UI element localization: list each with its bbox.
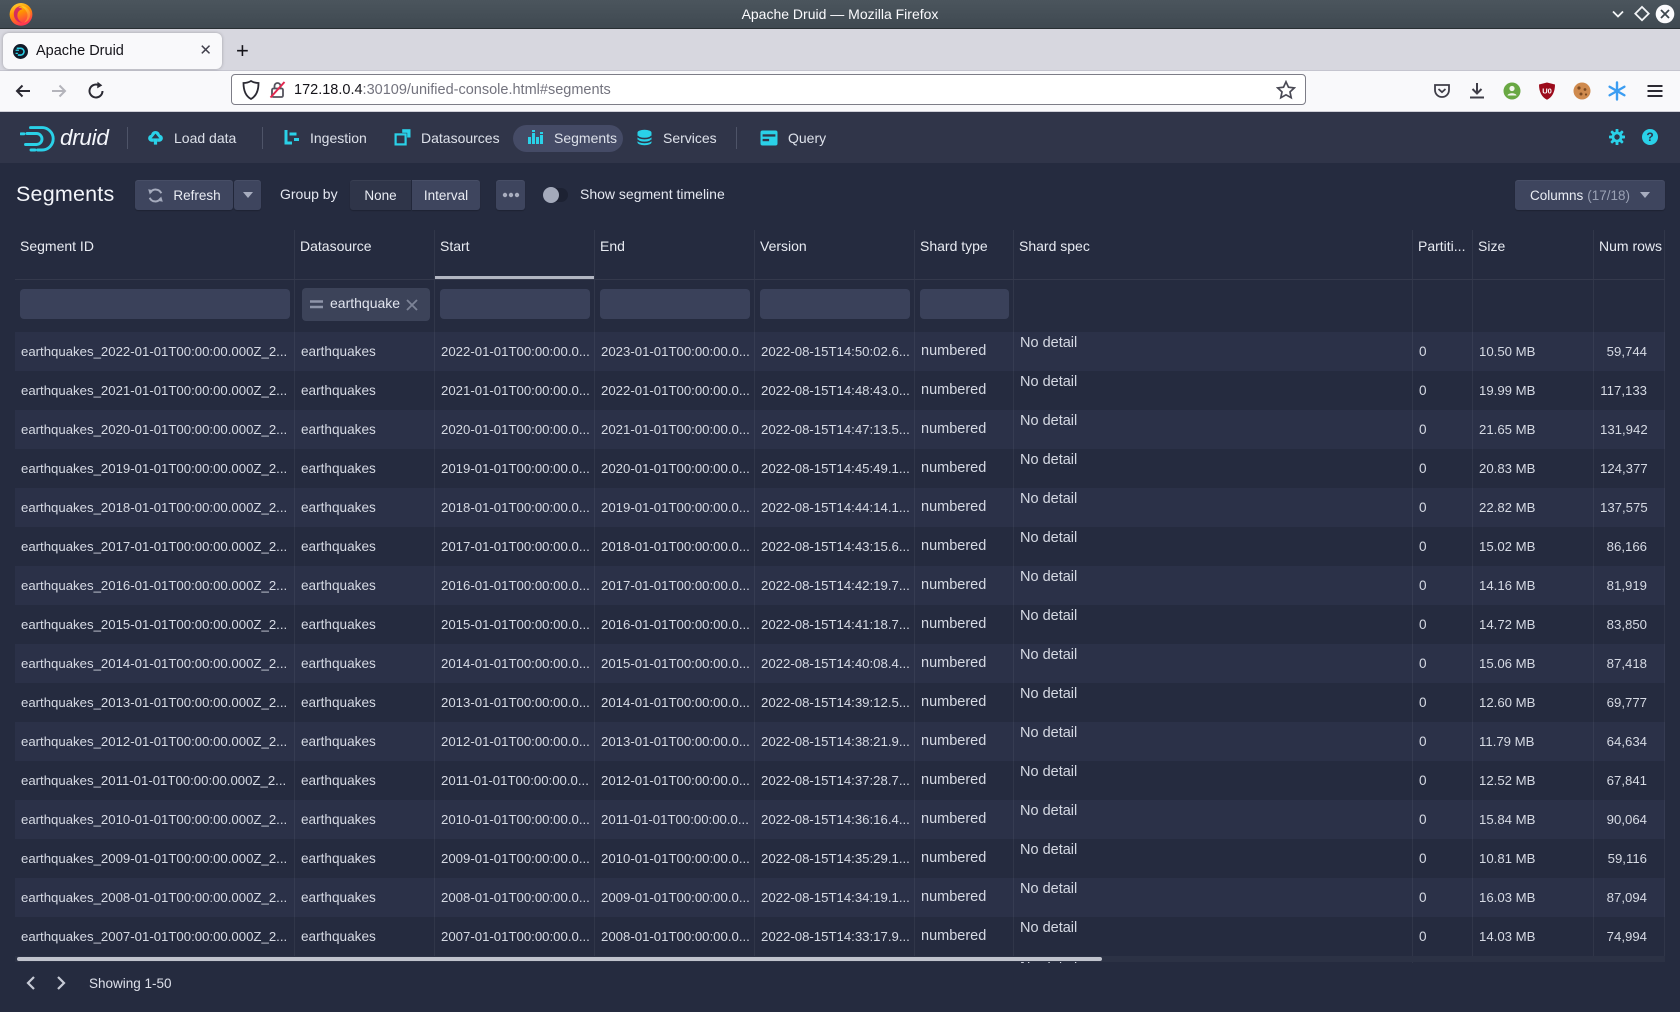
svg-text:U0: U0 [1542,87,1552,96]
svg-text:druid: druid [60,125,110,150]
svg-text:?: ? [1646,130,1653,144]
